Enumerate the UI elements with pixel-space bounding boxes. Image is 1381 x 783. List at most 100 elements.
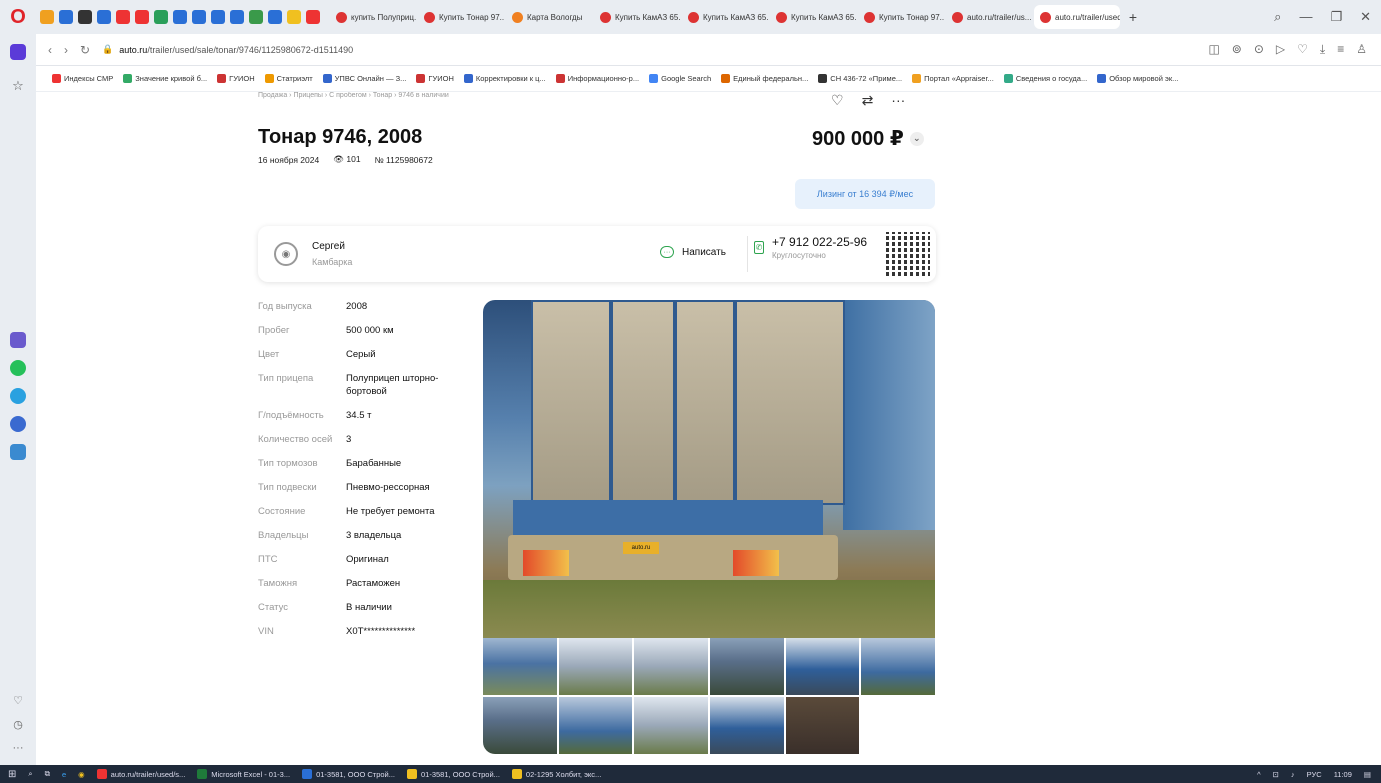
browser-tab[interactable]: купить Полуприц... — [330, 5, 416, 29]
opera-menu-icon[interactable]: O — [0, 0, 36, 34]
main-photo[interactable]: auto.ru — [483, 300, 935, 638]
more-options-icon[interactable]: ··· — [891, 92, 905, 109]
windows-start-icon[interactable]: ⊞ — [8, 769, 16, 780]
extension-icon[interactable] — [40, 10, 54, 24]
favorite-icon[interactable]: ♡ — [831, 92, 844, 109]
play-icon[interactable]: ▷ — [1276, 42, 1285, 57]
browser-tab[interactable]: Карта Вологды — [506, 5, 592, 29]
photo-thumbnail[interactable] — [709, 697, 784, 754]
bookmark-item[interactable]: Портал «Appraiser... — [912, 74, 994, 83]
telegram-icon[interactable] — [10, 388, 26, 404]
url-field[interactable]: 🔒 auto.ru/trailer/used/sale/tonar/9746/1… — [102, 44, 353, 55]
tray-chevron-icon[interactable]: ^ — [1257, 770, 1261, 779]
notifications-icon[interactable]: ▤ — [1364, 770, 1371, 779]
search-icon[interactable]: ⌕ — [28, 769, 32, 779]
workspace-icon[interactable] — [10, 44, 26, 60]
photo-thumbnail[interactable] — [634, 638, 708, 695]
photo-thumbnail[interactable] — [861, 638, 935, 695]
extension-icon[interactable] — [268, 10, 282, 24]
sidebar-app-icon[interactable] — [10, 332, 26, 348]
history-icon[interactable]: ◷ — [10, 718, 26, 734]
network-icon[interactable]: ⊡ — [1273, 770, 1279, 779]
vk-icon[interactable] — [10, 416, 26, 432]
bookmark-item[interactable]: ГУИОН — [217, 74, 255, 83]
bookmark-item[interactable]: Сведения о госуда... — [1003, 74, 1087, 83]
whatsapp-icon[interactable] — [10, 360, 26, 376]
extension-icon[interactable] — [78, 10, 92, 24]
write-message-button[interactable]: ··· Написать — [660, 246, 726, 258]
breadcrumb[interactable]: Продажа › Прицепы › С пробегом › Тонар ›… — [258, 92, 449, 99]
shield-icon[interactable]: ♡ — [1297, 42, 1308, 57]
profile-icon[interactable]: ♙ — [1356, 42, 1367, 57]
snapshot-icon[interactable]: ⊚ — [1232, 42, 1242, 57]
edge-icon[interactable]: e — [62, 770, 66, 779]
easy-setup-icon[interactable]: ≡ — [1337, 42, 1344, 57]
extension-icon[interactable] — [306, 10, 320, 24]
back-icon[interactable]: ‹ — [48, 43, 52, 57]
extension-icon[interactable] — [97, 10, 111, 24]
price-dropdown-icon[interactable]: ⌄ — [909, 131, 924, 146]
browser-tab[interactable]: Купить КамАЗ 65... — [682, 5, 768, 29]
bookmark-item[interactable]: Значение кривой б... — [123, 74, 207, 83]
search-tabs-icon[interactable]: ⌕ — [1274, 9, 1281, 25]
chrome-icon[interactable]: ◉ — [78, 770, 85, 779]
compare-icon[interactable]: ⇄ — [862, 92, 874, 109]
bookmark-item[interactable]: Информационно-р... — [555, 74, 639, 83]
bookmark-item[interactable]: СН 436-72 «Приме... — [818, 74, 902, 83]
extension-icon[interactable] — [249, 10, 263, 24]
new-tab-button[interactable]: + — [1122, 6, 1144, 28]
vpn-icon[interactable]: ⊙ — [1254, 42, 1264, 57]
taskbar-item[interactable]: Microsoft Excel - 01-3... — [197, 769, 290, 779]
taskbar-item[interactable]: auto.ru/trailer/used/s... — [96, 769, 185, 779]
extension-icon[interactable] — [116, 10, 130, 24]
bookmark-item[interactable]: Обзор мировой эк... — [1097, 74, 1178, 83]
extension-icon[interactable] — [59, 10, 73, 24]
photo-thumbnail[interactable] — [709, 638, 784, 695]
heart-icon[interactable]: ♡ — [10, 694, 26, 710]
photo-thumbnail[interactable] — [785, 697, 860, 754]
download-icon[interactable]: ⤓ — [1320, 42, 1325, 57]
extension-icon[interactable] — [173, 10, 187, 24]
maximize-button[interactable]: ❐ — [1330, 9, 1342, 25]
bookmark-item[interactable]: Корректировки к ц... — [463, 74, 546, 83]
bookmark-item[interactable]: УПВС Онлайн — З... — [322, 74, 406, 83]
photo-thumbnail[interactable] — [785, 638, 860, 695]
extension-icon[interactable] — [192, 10, 206, 24]
browser-tab-active[interactable]: auto.ru/trailer/used/sale/... — [1034, 5, 1120, 29]
taskbar-item[interactable]: 01-3581, ООО Строй... — [407, 769, 500, 779]
camera-icon[interactable]: ◫ — [1208, 42, 1219, 57]
sidebar-app-icon[interactable] — [10, 444, 26, 460]
bookmark-item[interactable]: Статриэлт — [264, 74, 313, 83]
language-indicator[interactable]: РУС — [1307, 770, 1322, 779]
leasing-button[interactable]: Лизинг от 16 394 ₽/мес — [795, 179, 935, 209]
photo-thumbnail[interactable] — [483, 638, 557, 695]
extension-icon[interactable] — [230, 10, 244, 24]
extension-icon[interactable] — [135, 10, 149, 24]
minimize-button[interactable]: — — [1299, 9, 1312, 25]
extension-icon[interactable] — [154, 10, 168, 24]
taskbar-item[interactable]: 01-3581, ООО Строй... — [302, 769, 395, 779]
volume-icon[interactable]: ♪ — [1291, 770, 1295, 779]
phone-button[interactable]: ✆ +7 912 022-25-96 Круглосуточно — [754, 235, 867, 260]
bookmarks-star-icon[interactable]: ☆ — [10, 78, 26, 94]
photo-thumbnail[interactable] — [558, 638, 633, 695]
reload-icon[interactable]: ↻ — [80, 43, 90, 57]
browser-tab[interactable]: Купить Тонар 97... — [858, 5, 944, 29]
browser-tab[interactable]: Купить Тонар 97... — [418, 5, 504, 29]
bookmark-item[interactable]: Google Search — [649, 74, 711, 83]
bookmark-item[interactable]: ГУИОН — [416, 74, 454, 83]
extension-icon[interactable] — [211, 10, 225, 24]
photo-thumbnail[interactable] — [558, 697, 633, 754]
more-icon[interactable]: ··· — [10, 742, 26, 758]
forward-icon[interactable]: › — [64, 43, 68, 57]
close-window-button[interactable]: ✕ — [1360, 9, 1371, 25]
browser-tab[interactable]: Купить КамАЗ 65... — [594, 5, 680, 29]
photo-thumbnail[interactable] — [483, 697, 557, 754]
extension-icon[interactable] — [287, 10, 301, 24]
browser-tab[interactable]: Купить КамАЗ 65... — [770, 5, 856, 29]
bookmark-item[interactable]: Индексы СМР — [52, 74, 113, 83]
task-view-icon[interactable]: ⧉ — [45, 769, 50, 779]
browser-tab[interactable]: auto.ru/trailer/us... — [946, 5, 1032, 29]
bookmark-item[interactable]: Единый федеральн... — [721, 74, 808, 83]
taskbar-item[interactable]: 02-1295 Холбит, экс... — [511, 769, 601, 779]
